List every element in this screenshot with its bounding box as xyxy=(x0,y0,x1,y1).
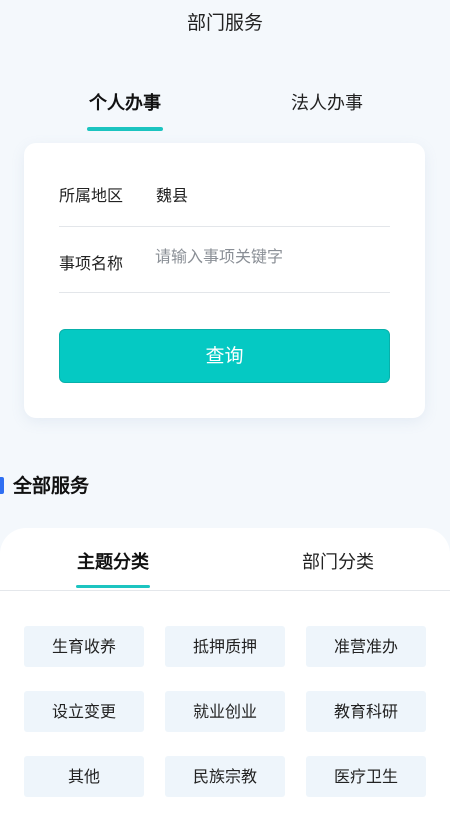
item-keyword-input[interactable] xyxy=(155,247,385,266)
region-label: 所属地区 xyxy=(59,186,124,205)
service-item[interactable]: 设立变更 xyxy=(24,691,144,732)
item-name-row: 事项名称 xyxy=(59,226,390,293)
active-tab-indicator xyxy=(87,127,163,131)
service-item[interactable]: 生育收养 xyxy=(24,626,144,667)
service-item[interactable]: 教育科研 xyxy=(306,691,426,732)
region-value[interactable]: 魏县 xyxy=(156,182,188,206)
services-panel: 主题分类 部门分类 生育收养 抵押质押 准营准办 设立变更 就业创业 教育科研 … xyxy=(0,528,450,818)
active-tab-indicator xyxy=(76,585,150,588)
tab-label: 法人办事 xyxy=(291,93,363,114)
tab-theme-category[interactable]: 主题分类 xyxy=(33,548,193,588)
query-button[interactable]: 查询 xyxy=(59,329,390,383)
category-tab-bar: 主题分类 部门分类 xyxy=(0,528,450,591)
service-item[interactable]: 民族宗教 xyxy=(165,756,285,797)
page-header: 部门服务 xyxy=(0,0,450,48)
tab-legal-person-affairs[interactable]: 法人办事 xyxy=(227,84,427,124)
tab-label: 部门分类 xyxy=(302,552,374,573)
service-item[interactable]: 抵押质押 xyxy=(165,626,285,667)
region-row[interactable]: 所属地区 魏县 xyxy=(59,160,390,227)
tab-label: 个人办事 xyxy=(89,93,161,114)
service-item[interactable]: 医疗卫生 xyxy=(306,756,426,797)
section-title-text: 全部服务 xyxy=(13,475,90,497)
service-item[interactable]: 准营准办 xyxy=(306,626,426,667)
tab-department-category[interactable]: 部门分类 xyxy=(258,548,418,578)
top-tab-bar: 个人办事 法人办事 xyxy=(0,84,450,132)
tab-label: 主题分类 xyxy=(77,552,149,573)
item-name-label: 事项名称 xyxy=(59,254,124,273)
service-item[interactable]: 就业创业 xyxy=(165,691,285,732)
tab-personal-affairs[interactable]: 个人办事 xyxy=(25,84,225,131)
page-title: 部门服务 xyxy=(186,12,263,34)
search-card: 所属地区 魏县 事项名称 查询 xyxy=(24,143,425,418)
section-accent-bar xyxy=(0,477,4,494)
service-item[interactable]: 其他 xyxy=(24,756,144,797)
